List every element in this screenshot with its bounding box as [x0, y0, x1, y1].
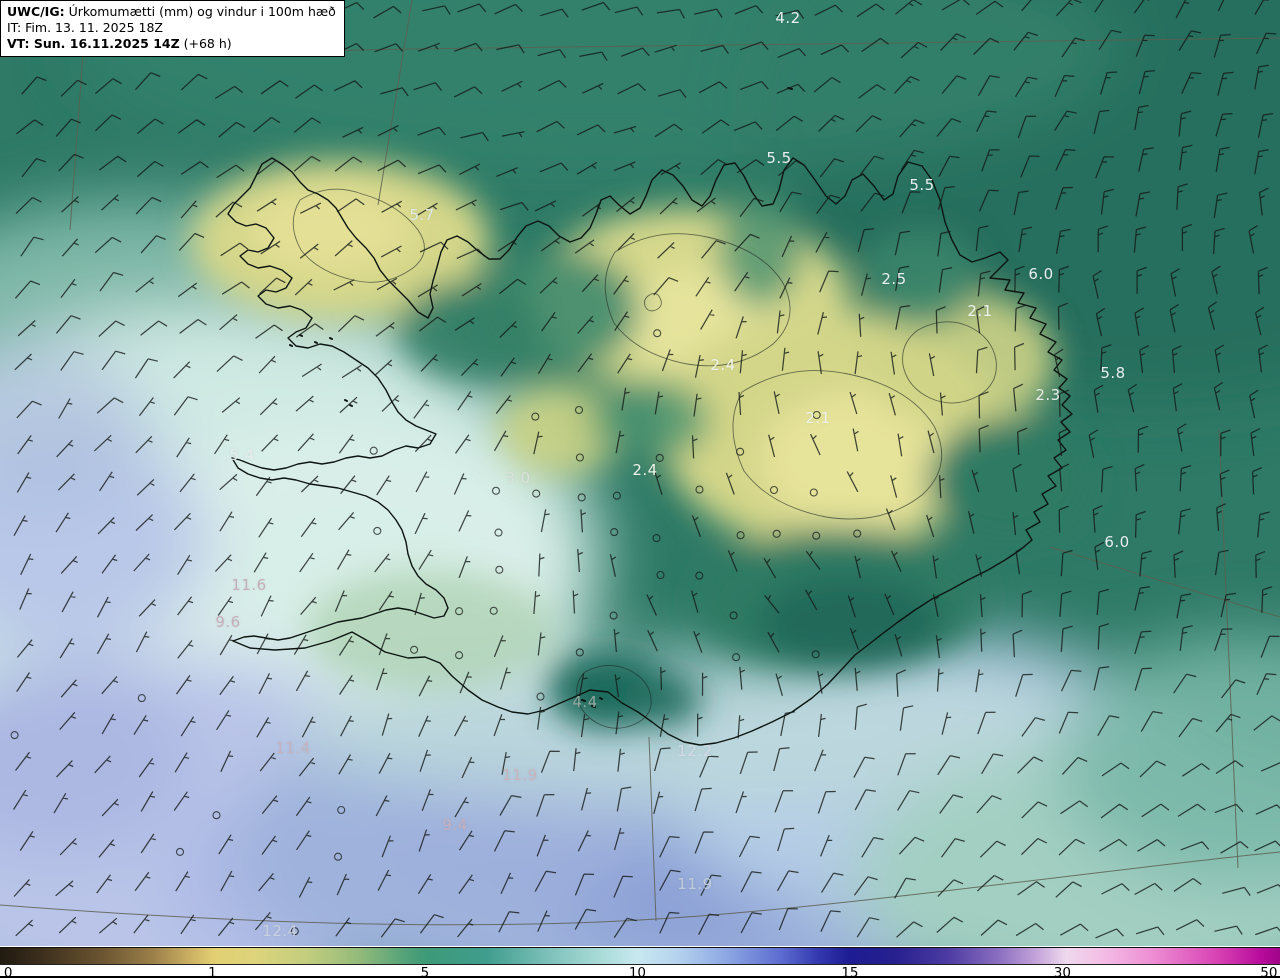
- contour-label: 11.6: [231, 576, 267, 594]
- colorbar: 0 1 5 10 15 30 50: [0, 946, 1280, 978]
- product-title: Úrkomumætti (mm) og vindur i 100m hæð: [64, 4, 336, 19]
- contour-label: 5.5: [909, 176, 935, 194]
- contour-label: 11.9: [677, 875, 713, 893]
- contour-label: 2.4: [632, 461, 658, 479]
- colorbar-tick: 1: [208, 965, 217, 978]
- colorbar-tick: 0: [3, 965, 13, 978]
- contour-label: 12.4: [262, 922, 298, 940]
- contour-label: 6.0: [1028, 265, 1054, 283]
- contour-label: 5.4: [229, 446, 255, 464]
- contour-label: 2.1: [805, 409, 831, 427]
- colorbar-tick: 5: [420, 965, 430, 978]
- contour-label: 5.8: [1100, 364, 1126, 382]
- contour-label: 2.5: [881, 270, 907, 288]
- colorbar-tick: 15: [841, 965, 859, 978]
- title-line-init: IT: Fim. 13. 11. 2025 18Z: [7, 20, 163, 35]
- contour-label: 2.3: [1035, 386, 1061, 404]
- title-box: UWC/IG: Úrkomumætti (mm) og vindur i 100…: [0, 0, 345, 57]
- model-id: UWC/IG:: [7, 4, 65, 19]
- forecast-map: 4.2 5.5 5.5 5.7 2.5 6.0 2.1 2.4 5.8 2.3 2.1 5.4 3.0 2…: [0, 0, 1280, 946]
- contour-label: 5.7: [409, 206, 435, 224]
- valid-offset: (+68 h): [179, 36, 232, 51]
- weather-map-screenshot: 4.2 5.5 5.5 5.7 2.5 6.0 2.1 2.4 5.8 2.3 2.1 5.4 3.0 2…: [0, 0, 1280, 978]
- contour-label: 2.4: [710, 356, 736, 374]
- contour-label: 4.2: [775, 9, 801, 27]
- contour-label: 9.6: [215, 613, 241, 631]
- colorbar-gradient: [0, 947, 1280, 965]
- colorbar-tick: 10: [628, 965, 647, 978]
- contour-label: 4.4: [572, 693, 598, 711]
- contour-label: 11.4: [275, 739, 311, 757]
- colorbar-tick: 30: [1053, 965, 1071, 978]
- valid-time: VT: Sun. 16.11.2025 14Z: [7, 36, 180, 51]
- contour-label: 2.1: [967, 302, 993, 320]
- contour-label: 5.5: [766, 149, 792, 167]
- colorbar-tick: 50: [1260, 965, 1278, 978]
- contour-label: 11.9: [502, 766, 538, 784]
- title-line-valid: VT: Sun. 16.11.2025 14Z (+68 h): [7, 36, 336, 52]
- contour-label: 6.0: [1104, 533, 1130, 551]
- colorbar-tick-labels: 0 1 5 10 15 30 50: [0, 965, 1280, 978]
- contour-label: 9.4: [442, 816, 468, 834]
- contour-label: 3.0: [505, 469, 531, 487]
- title-line-product: UWC/IG: Úrkomumætti (mm) og vindur i 100…: [7, 4, 336, 20]
- contour-label: 12.2: [677, 742, 713, 760]
